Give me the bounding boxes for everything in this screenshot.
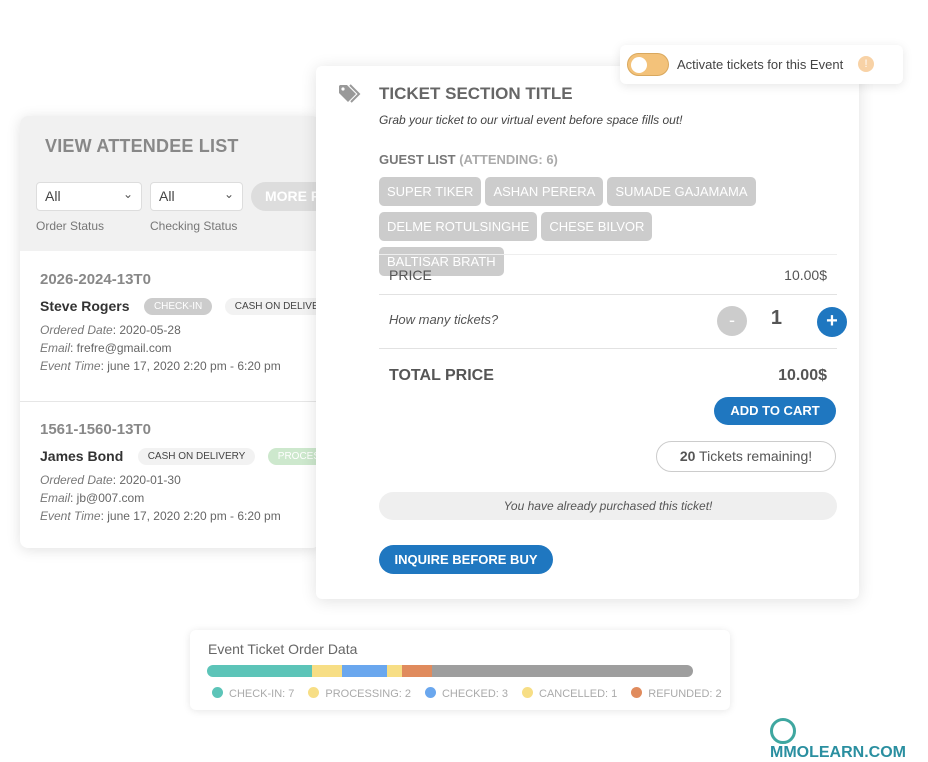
chevron-down-icon: ⌄ — [122, 187, 133, 201]
legend-label: REFUNDED: 2 — [648, 688, 722, 700]
legend-dot — [308, 687, 320, 698]
checking-status-value: All — [159, 188, 175, 204]
legend-item: CANCELLED: 1 — [522, 687, 618, 700]
order-status-value: All — [45, 188, 61, 204]
legend-item: CHECKED: 3 — [424, 687, 509, 700]
email: Email: frefre@gmail.com — [40, 341, 172, 355]
quantity-row: How many tickets? - 1 + — [379, 294, 847, 348]
legend-label: CHECK-IN: 7 — [229, 688, 295, 700]
bar-segment — [402, 665, 432, 677]
guest-chip: DELME ROTULSINGHE — [379, 212, 538, 241]
status-badge: CHECK-IN — [143, 298, 213, 315]
total-value: 10.00$ — [778, 367, 827, 384]
increase-quantity-button[interactable]: + — [817, 307, 847, 337]
order-data-title: Event Ticket Order Data — [208, 641, 358, 657]
attendee-list-panel: VIEW ATTENDEE LIST All ⌄ Order Status All… — [20, 116, 320, 548]
attendee-entry[interactable]: 1561-1560-13T0 James Bond CASH ON DELIVE… — [20, 421, 320, 525]
ticket-title: TICKET SECTION TITLE — [379, 84, 573, 103]
bar-segment — [312, 665, 342, 677]
bar-segment — [207, 665, 312, 677]
order-progress-bar — [207, 665, 693, 677]
legend-label: CHECKED: 3 — [441, 688, 509, 700]
quantity-value[interactable]: 1 — [771, 307, 782, 330]
ticket-subtitle: Grab your ticket to our virtual event be… — [379, 113, 683, 127]
activate-tickets-toggle[interactable] — [627, 53, 669, 76]
event-time: Event Time: june 17, 2020 2:20 pm - 6:20… — [40, 509, 281, 523]
order-legend: CHECK-IN: 7 PROCESSING: 2 CHECKED: 3 CANCEL… — [212, 687, 736, 700]
bar-remainder — [432, 665, 693, 677]
purchased-note: You have already purchased this ticket! — [379, 492, 837, 520]
bar-segment — [387, 665, 402, 677]
order-status-select[interactable]: All ⌄ — [36, 182, 142, 211]
email: Email: jb@007.com — [40, 491, 145, 505]
chevron-down-icon: ⌄ — [223, 187, 234, 201]
legend-dot — [522, 687, 534, 698]
payment-badge: CASH ON DELIVER — [224, 298, 320, 315]
order-status-label: Order Status — [36, 219, 105, 233]
price-row: PRICE 10.00$ — [379, 254, 837, 294]
attendee-name: James Bond — [40, 448, 124, 464]
add-to-cart-button[interactable]: ADD TO CART — [714, 397, 836, 425]
attendee-entry[interactable]: 2026-2024-13T0 Steve Rogers CHECK-IN CAS… — [20, 271, 320, 375]
tickets-remaining: 20 Tickets remaining! — [656, 441, 836, 472]
toggle-knob — [631, 57, 647, 73]
activate-tickets-label: Activate tickets for this Event — [677, 57, 844, 72]
ordered-date: Ordered Date: 2020-05-28 — [40, 323, 181, 337]
total-label: TOTAL PRICE — [389, 367, 494, 384]
watermark-logo: MMOLEARN.COM — [770, 718, 928, 762]
attendee-name: Steve Rogers — [40, 298, 130, 314]
checking-status-select[interactable]: All ⌄ — [150, 182, 243, 211]
legend-item: CHECK-IN: 7 — [212, 687, 295, 700]
guest-chip: SUPER TIKER — [379, 177, 482, 206]
legend-item: PROCESSING: 2 — [308, 687, 411, 700]
event-time: Event Time: june 17, 2020 2:20 pm - 6:20… — [40, 359, 281, 373]
legend-dot — [631, 687, 643, 698]
tags-icon — [339, 84, 361, 103]
order-id: 2026-2024-13T0 — [40, 271, 151, 288]
attendee-list-title: VIEW ATTENDEE LIST — [45, 136, 239, 156]
attendee-list-header: VIEW ATTENDEE LIST All ⌄ Order Status All… — [20, 116, 320, 251]
guest-chip: ASHAN PERERA — [485, 177, 604, 206]
status-badge: PROCESSI — [267, 448, 320, 465]
ordered-date: Ordered Date: 2020-01-30 — [40, 473, 181, 487]
decrease-quantity-button[interactable]: - — [717, 306, 747, 336]
info-icon[interactable]: ! — [858, 56, 874, 72]
price-value: 10.00$ — [784, 267, 827, 283]
guest-list-heading: GUEST LIST (ATTENDING: 6) — [379, 152, 558, 167]
legend-item: REFUNDED: 2 — [631, 687, 722, 700]
legend-label: PROCESSING: 2 — [325, 688, 411, 700]
divider — [20, 401, 320, 402]
order-data-card: Event Ticket Order Data CHECK-IN: 7 PROCE… — [190, 630, 730, 710]
price-label: PRICE — [389, 267, 432, 283]
inquire-before-buy-button[interactable]: INQUIRE BEFORE BUY — [379, 545, 553, 574]
guest-chip: CHESE BILVOR — [541, 212, 653, 241]
more-filters-button[interactable]: MORE F — [251, 182, 320, 211]
legend-dot — [212, 687, 223, 698]
legend-label: CANCELLED: 1 — [539, 688, 618, 700]
legend-dot — [424, 687, 436, 698]
order-id: 1561-1560-13T0 — [40, 421, 151, 438]
activate-tickets-toggle-card: Activate tickets for this Event ! — [620, 45, 903, 84]
guest-chip: SUMADE GAJAMAMA — [607, 177, 756, 206]
payment-badge: CASH ON DELIVERY — [137, 448, 256, 465]
checking-status-label: Checking Status — [150, 219, 238, 233]
bar-segment — [342, 665, 387, 677]
quantity-label: How many tickets? — [389, 312, 499, 327]
ticket-panel: TICKET SECTION TITLE Grab your ticket to… — [316, 66, 859, 599]
total-row: TOTAL PRICE 10.00$ — [379, 348, 837, 398]
